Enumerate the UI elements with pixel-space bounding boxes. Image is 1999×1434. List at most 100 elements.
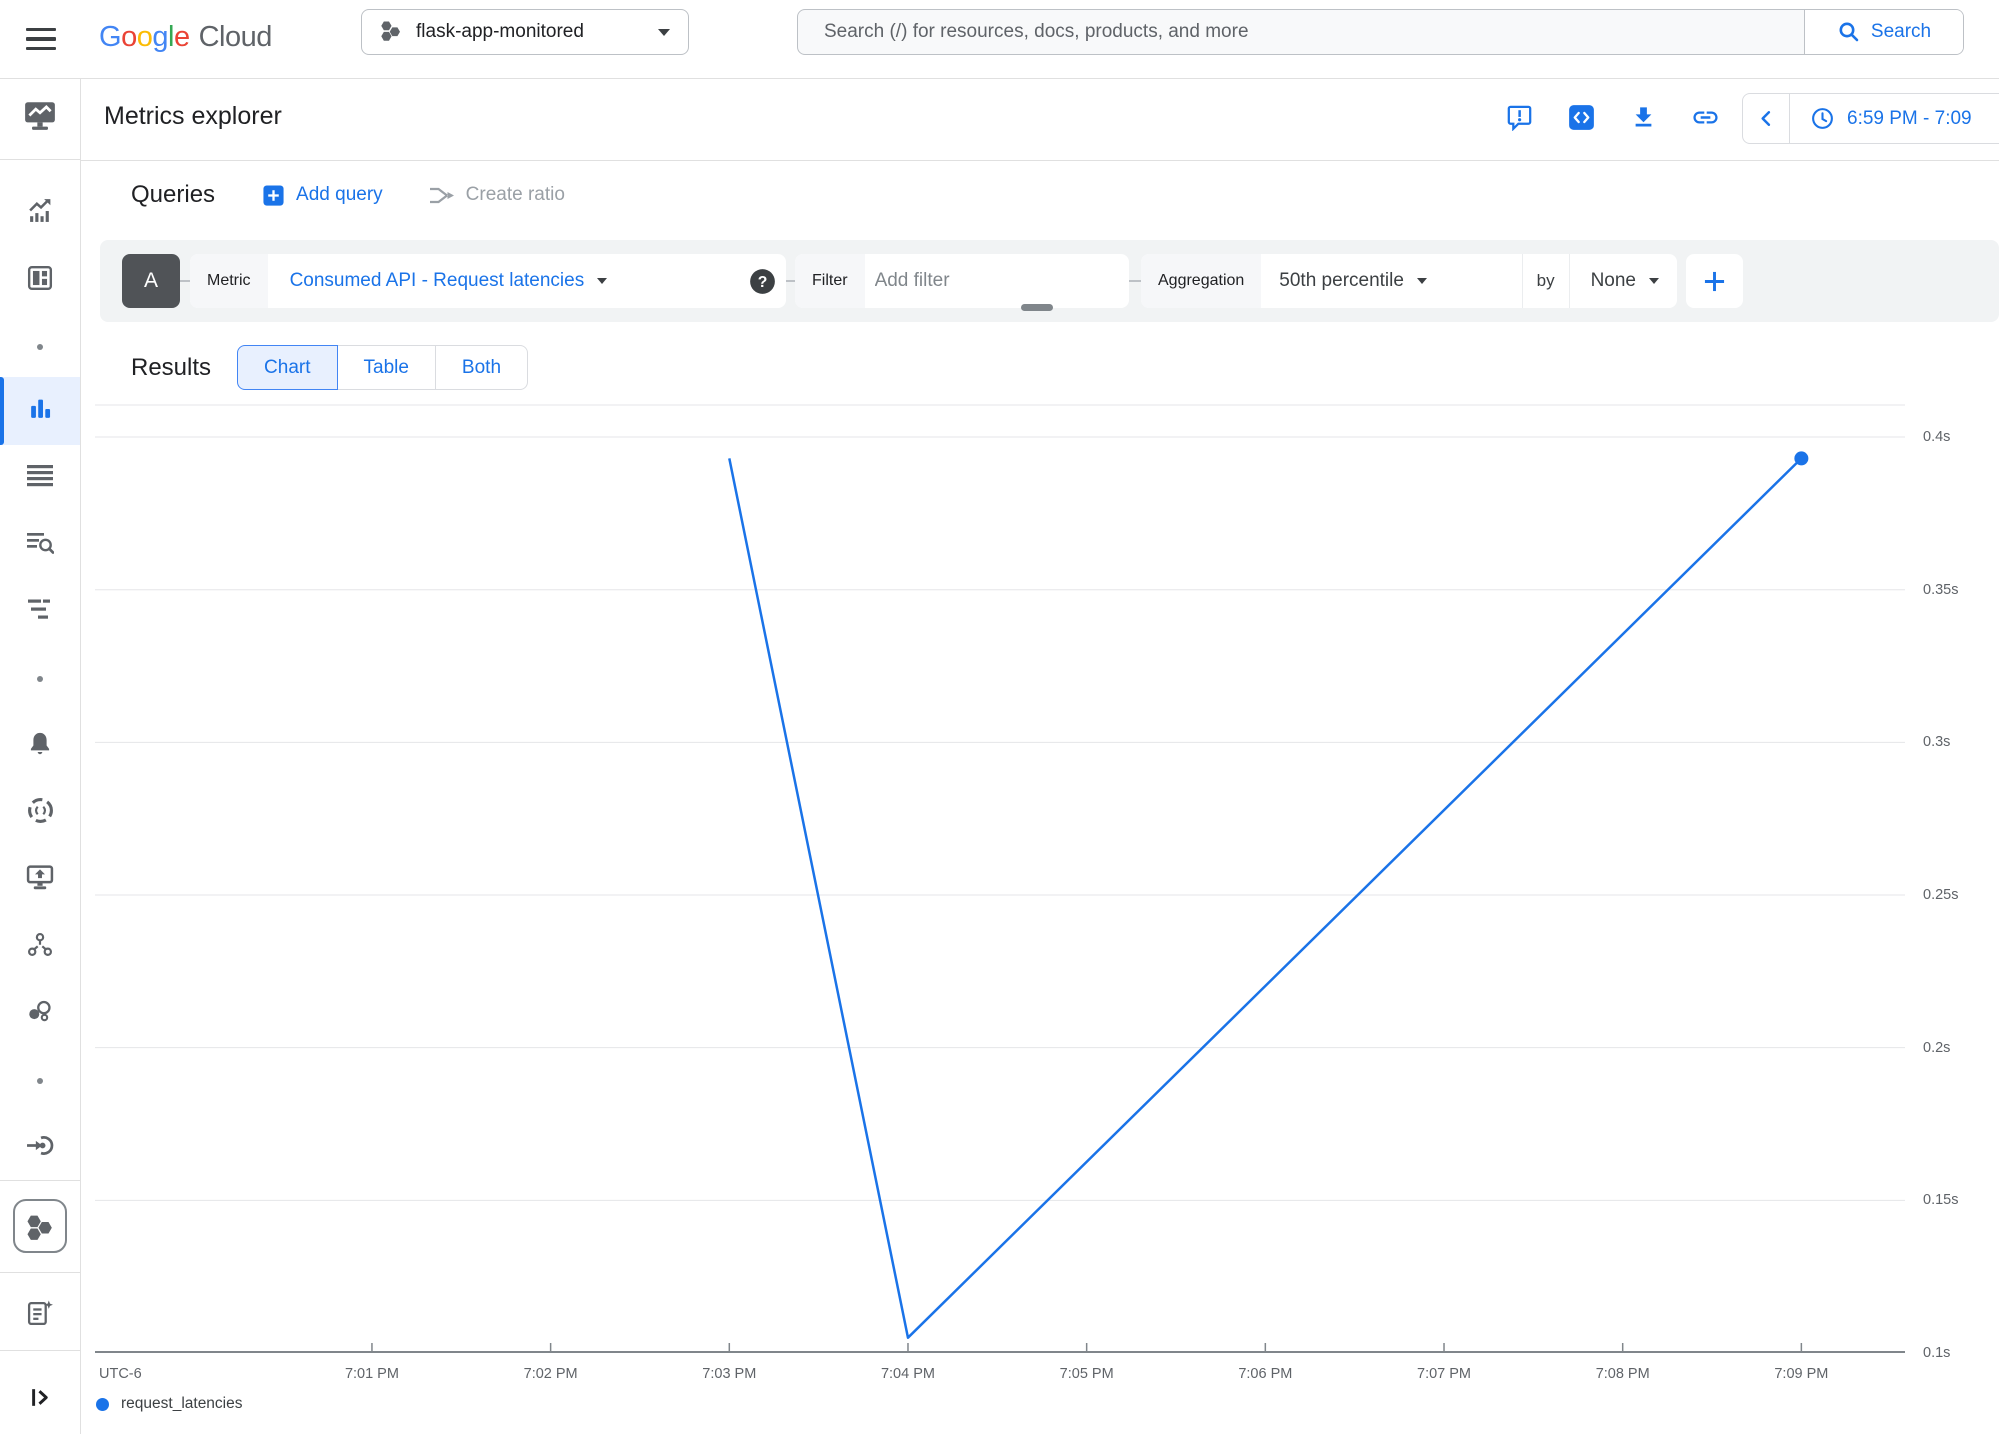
code-braces-icon <box>27 797 54 829</box>
search-button[interactable]: Search <box>1804 10 1963 54</box>
download-button[interactable] <box>1626 103 1660 137</box>
sidebar-item-dashboards[interactable] <box>0 252 80 308</box>
monitoring-logo-icon <box>23 100 57 137</box>
queries-row: Queries Add query Create ratio <box>81 161 1999 229</box>
sidebar-item-expand-panel[interactable] <box>0 1372 80 1428</box>
add-aggregation-step-button[interactable] <box>1686 254 1743 308</box>
add-query-button[interactable]: Add query <box>262 184 383 207</box>
svg-text:?: ? <box>757 273 767 290</box>
y-tick-label: 0.1s <box>1923 1345 1950 1361</box>
google-logo-letter: o <box>121 21 137 53</box>
metric-help-button[interactable]: ? <box>738 254 786 308</box>
code-icon <box>1568 104 1595 136</box>
page-header: Metrics explorer 6:59 PM - 7:09 <box>81 79 1999 161</box>
sidebar-divider <box>0 1350 80 1351</box>
filter-input[interactable] <box>865 269 1129 293</box>
x-tick-label: 7:09 PM <box>1774 1366 1828 1382</box>
sidebar-item-bell[interactable] <box>0 718 80 774</box>
filter-chip: Filter <box>795 254 1129 308</box>
sidebar-overflow-dot[interactable] <box>0 651 80 707</box>
y-tick-label: 0.4s <box>1923 429 1950 445</box>
sidebar-divider <box>0 159 80 160</box>
hamburger-menu-icon[interactable] <box>26 28 56 50</box>
time-range-label: 6:59 PM - 7:09 <box>1847 108 1972 130</box>
x-tick-label: 7:02 PM <box>524 1366 578 1382</box>
project-name: flask-app-monitored <box>416 21 644 43</box>
x-tick-label: 7:05 PM <box>1060 1366 1114 1382</box>
create-ratio-button[interactable]: Create ratio <box>428 182 565 209</box>
code-button[interactable] <box>1564 103 1598 137</box>
chevron-down-icon <box>1649 278 1659 284</box>
results-toggle-table[interactable]: Table <box>337 345 436 390</box>
metric-chip[interactable]: Metric Consumed API - Request latencies … <box>190 254 786 308</box>
time-range-button[interactable]: 6:59 PM - 7:09 <box>1790 106 1972 131</box>
x-tick-label: 7:03 PM <box>702 1366 756 1382</box>
aggregation-chip-label: Aggregation <box>1141 254 1261 308</box>
top-app-bar: GoogleCloud flask-app-monitored Search <box>0 0 1999 79</box>
sidebar-item-doc-sparkle[interactable] <box>0 1287 80 1343</box>
google-logo-letter: e <box>174 21 190 53</box>
page-title: Metrics explorer <box>104 102 282 131</box>
series-line-request_latencies <box>729 458 1801 1337</box>
dot-icon <box>37 1078 43 1084</box>
google-logo-letter: G <box>99 21 121 53</box>
sidebar-item-bar-chart[interactable] <box>0 377 80 445</box>
google-logo-letter: o <box>137 21 153 53</box>
group-by-value[interactable]: None <box>1570 270 1659 292</box>
sidebar-item-trending-chart[interactable] <box>0 185 80 241</box>
menu-lines-icon <box>27 464 53 492</box>
download-icon <box>1630 104 1657 136</box>
create-ratio-label: Create ratio <box>466 184 565 206</box>
search-icon <box>1837 20 1861 44</box>
chip-connector <box>786 280 795 282</box>
y-tick-label: 0.35s <box>1923 582 1958 598</box>
query-builder: A Metric Consumed API - Request latencie… <box>100 240 1999 322</box>
series-end-point <box>1794 451 1808 465</box>
search-button-label: Search <box>1871 21 1931 43</box>
uptime-monitor-icon <box>26 864 54 896</box>
sidebar-item-probe-arrow[interactable] <box>0 1120 80 1176</box>
search-input[interactable] <box>798 10 1804 54</box>
sidebar-item-hexagons-boxed[interactable] <box>0 1198 80 1254</box>
hexagons-boxed-icon <box>13 1199 67 1253</box>
sidebar-item-node-cluster[interactable] <box>0 919 80 975</box>
ratio-icon <box>428 182 455 209</box>
link-button[interactable] <box>1688 103 1722 137</box>
aggregation-value[interactable]: 50th percentile <box>1261 270 1404 292</box>
sidebar-item-list-search[interactable] <box>0 517 80 573</box>
sidebar-item-bubbles[interactable] <box>0 986 80 1042</box>
dot-icon <box>37 676 43 682</box>
query-letter-badge[interactable]: A <box>122 254 180 308</box>
feedback-button[interactable] <box>1502 103 1536 137</box>
header-actions <box>1502 79 1722 160</box>
help-icon: ? <box>749 268 776 295</box>
clock-icon <box>1810 106 1835 131</box>
queries-title: Queries <box>131 181 215 209</box>
global-search: Search <box>797 9 1964 55</box>
project-selector[interactable]: flask-app-monitored <box>361 9 689 55</box>
x-tick-label: 7:04 PM <box>881 1366 935 1382</box>
by-label: by <box>1523 254 1569 308</box>
y-tick-label: 0.25s <box>1923 887 1958 903</box>
sidebar-item-menu-lines[interactable] <box>0 450 80 506</box>
doc-sparkle-icon <box>26 1299 54 1332</box>
metric-chip-label: Metric <box>190 254 268 308</box>
metric-value[interactable]: Consumed API - Request latencies <box>268 270 585 292</box>
results-toggle-both[interactable]: Both <box>435 345 528 390</box>
sidebar-overflow-dot[interactable] <box>0 1053 80 1109</box>
y-tick-label: 0.2s <box>1923 1040 1950 1056</box>
sidebar-item-code-braces[interactable] <box>0 785 80 841</box>
bubbles-icon <box>27 999 53 1030</box>
collapse-time-panel-button[interactable] <box>1743 94 1790 143</box>
sidebar-item-trace-spans[interactable] <box>0 584 80 640</box>
chart-legend: request_latencies <box>96 1395 243 1413</box>
sidebar-overflow-dot[interactable] <box>0 319 80 375</box>
resize-drag-handle[interactable] <box>1021 304 1053 311</box>
sidebar-item-monitoring-logo[interactable] <box>0 90 80 146</box>
chip-connector <box>1129 280 1141 282</box>
plus-box-icon <box>262 184 285 207</box>
timezone-label: UTC-6 <box>99 1366 142 1382</box>
chip-connector <box>180 280 190 282</box>
results-toggle-chart[interactable]: Chart <box>237 345 337 390</box>
sidebar-item-uptime-monitor[interactable] <box>0 852 80 908</box>
